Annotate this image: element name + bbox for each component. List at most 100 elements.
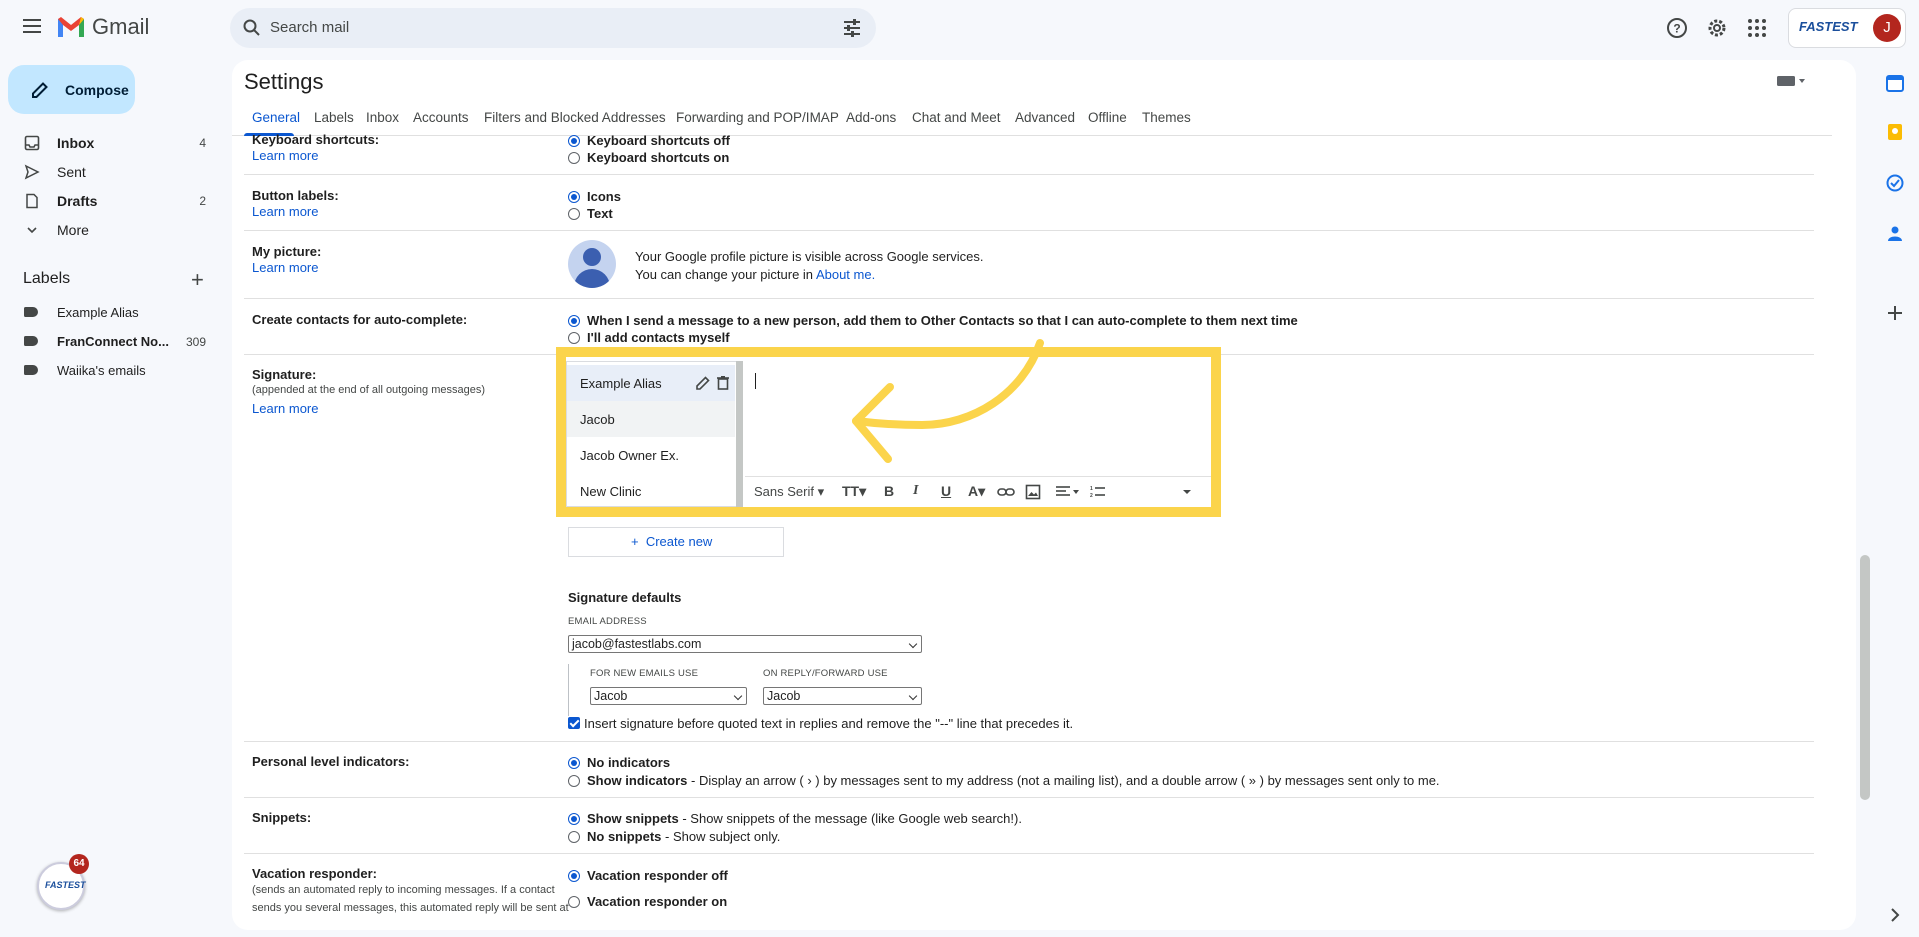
main-menu-icon[interactable] [20,16,44,40]
settings-tabs: General Labels Inbox Accounts Filters an… [232,104,1832,136]
search-icon[interactable] [242,18,262,38]
button-labels-icons-radio[interactable] [568,191,580,203]
keyboard-input-icon[interactable] [1776,74,1806,88]
label-count: 309 [185,335,206,349]
draft-icon [26,193,38,209]
nav-item-label: Drafts [57,193,98,209]
gmail-m-icon [58,17,84,37]
button-labels-text-radio[interactable] [568,208,580,220]
learn-more-link[interactable]: Learn more [252,401,318,416]
calendar-icon[interactable] [1886,74,1904,92]
keyboard-shortcuts-off-label: Keyboard shortcuts off [587,133,731,148]
about-me-link[interactable]: About me. [816,267,875,282]
snippets-label: Snippets: [252,810,312,825]
chevron-down-icon [27,227,37,234]
settings-panel: Settings General Labels Inbox Accounts F… [232,60,1856,930]
tab-forwarding[interactable]: Forwarding and POP/IMAP [676,110,839,125]
edit-icon[interactable] [695,375,711,391]
profile-picture[interactable] [568,240,616,288]
search-input[interactable]: Search mail [270,19,349,36]
send-icon [24,164,40,180]
signature-defaults-title: Signature defaults [568,590,682,605]
keep-icon[interactable] [1886,123,1904,141]
tab-accounts[interactable]: Accounts [413,110,469,125]
auto-add-contacts-radio[interactable] [568,315,580,327]
tab-addons[interactable]: Add-ons [846,110,896,125]
label-item[interactable]: FranConnect No... 309 [0,327,220,355]
vacation-on-label: Vacation responder on [587,894,728,909]
gmail-brand-text: Gmail [92,14,150,39]
contacts-icon[interactable] [1886,224,1904,242]
tab-general[interactable]: General [252,110,300,125]
new-emails-caption: FOR NEW EMAILS USE [590,668,699,679]
label-item[interactable]: Waiika's emails [0,356,220,384]
signature-item[interactable]: New Clinic [567,473,735,506]
tab-labels[interactable]: Labels [314,110,354,125]
insert-before-quoted-checkbox[interactable] [568,717,580,729]
tab-chat-meet[interactable]: Chat and Meet [912,110,1001,125]
page-title: Settings [244,69,324,94]
extension-launcher[interactable]: FASTEST 64 [37,854,89,910]
signature-label: Signature: [252,367,317,382]
search-options-icon[interactable] [842,18,862,38]
font-family-select[interactable]: Sans Serif ▾ [754,484,824,500]
compose-button[interactable]: Compose [8,65,135,114]
search-bar[interactable]: Search mail [230,8,876,48]
no-snippets-radio[interactable] [568,831,580,843]
chevron-right-icon[interactable] [1886,906,1904,924]
show-indicators-radio[interactable] [568,775,580,787]
trash-icon[interactable] [715,375,731,391]
help-icon[interactable]: ? [1665,16,1689,40]
new-emails-signature-select[interactable]: Jacob [590,687,747,705]
account-avatar[interactable]: J [1873,14,1901,42]
get-addons-icon[interactable] [1886,304,1904,322]
learn-more-link[interactable]: Learn more [252,260,318,275]
tab-offline[interactable]: Offline [1088,110,1127,125]
gmail-logo[interactable]: Gmail [56,14,149,40]
manual-contacts-radio[interactable] [568,332,580,344]
more-formatting-icon[interactable] [1182,489,1192,495]
button-labels-label: Button labels: [252,188,339,203]
add-label-icon[interactable]: + [191,269,204,291]
label-tag-icon [24,307,38,317]
apps-grid-icon[interactable] [1745,16,1769,40]
keyboard-shortcuts-off-radio[interactable] [568,135,580,147]
vacation-off-radio[interactable] [568,870,580,882]
annotation-arrow-icon [852,339,1044,463]
signature-item[interactable]: Jacob [567,401,735,437]
gear-icon[interactable] [1705,16,1729,40]
label-item[interactable]: Example Alias [0,298,220,326]
nav-item-inbox[interactable]: Inbox 4 [0,128,220,158]
extension-notification-badge: 64 [69,854,89,874]
create-new-signature-button[interactable]: + Create new [568,527,784,557]
nav-item-more[interactable]: More [0,215,220,245]
signature-list-scrollbar[interactable] [736,361,743,507]
text-caret [755,373,756,389]
pencil-icon [32,82,48,98]
tab-inbox[interactable]: Inbox [366,110,399,125]
manual-contacts-label: I'll add contacts myself [587,330,730,345]
signature-item[interactable]: Jacob Owner Ex. [567,437,735,473]
nav-item-drafts[interactable]: Drafts 2 [0,186,220,216]
signature-item[interactable]: Example Alias [567,365,735,401]
learn-more-link[interactable]: Learn more [252,204,318,219]
settings-scrollbar[interactable] [1860,555,1870,800]
reply-forward-caption: ON REPLY/FORWARD USE [763,668,888,679]
no-indicators-radio[interactable] [568,757,580,769]
settings-content: Keyboard shortcuts: Learn more Keyboard … [232,132,1842,930]
learn-more-link[interactable]: Learn more [252,148,318,163]
vacation-on-radio[interactable] [568,896,580,908]
vacation-responder-label: Vacation responder: [252,866,377,881]
no-snippets-label: No snippets - Show subject only. [587,829,781,844]
tasks-icon[interactable] [1886,174,1904,192]
label-tag-icon [24,336,38,346]
tab-themes[interactable]: Themes [1142,110,1191,125]
show-snippets-radio[interactable] [568,813,580,825]
signature-name: Jacob Owner Ex. [580,448,679,463]
email-address-select[interactable]: jacob@fastestlabs.com [568,635,922,653]
tab-filters[interactable]: Filters and Blocked Addresses [484,110,666,125]
reply-forward-signature-select[interactable]: Jacob [763,687,922,705]
nav-item-sent[interactable]: Sent [0,157,220,187]
keyboard-shortcuts-on-radio[interactable] [568,152,580,164]
tab-advanced[interactable]: Advanced [1015,110,1075,125]
